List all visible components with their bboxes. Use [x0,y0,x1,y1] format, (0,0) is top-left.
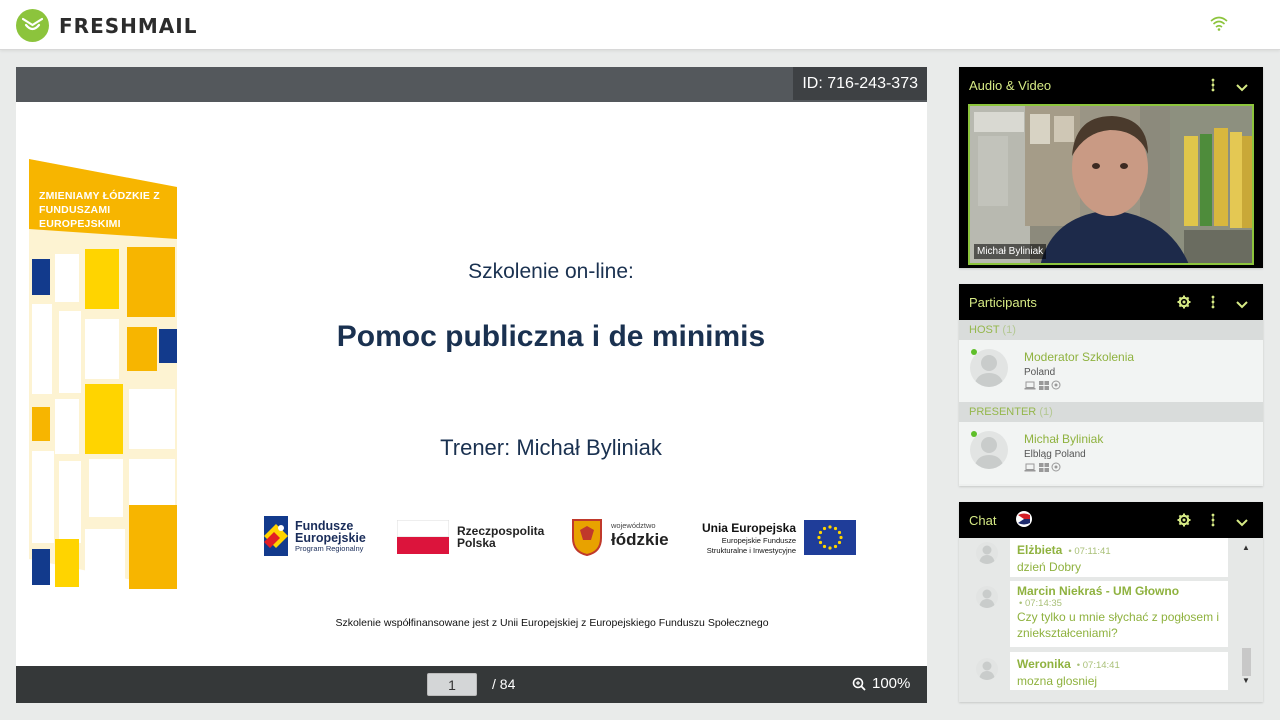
chat-message: Weronika • 07:14:41 mozna glosniej [1010,652,1228,690]
eu-title: Unia Europejska [701,521,796,535]
more-vert-icon[interactable] [1209,77,1217,98]
top-bar: FRESHMAIL [0,0,1280,50]
freshmail-logo-icon [16,9,49,42]
presentation-slide: ZMIENIAMY ŁÓDZKIE Z FUNDUSZAMI EUROPEJSK… [16,102,927,666]
more-vert-icon[interactable] [1209,294,1217,315]
online-indicator [971,349,977,355]
group-presenter-header: PRESENTER (1) [959,402,1263,422]
message-text: mozna glosniej [1017,674,1098,688]
message-time: • 07:11:41 [1068,546,1111,557]
eu-subtitle-2: Strukturalne i Inwestycyjne [706,546,796,555]
fundusze-europejskie-logo: Fundusze Europejskie Program Regionalny [262,514,366,563]
browser-icon [1051,380,1061,392]
scroll-down-icon[interactable]: ▼ [1242,676,1250,685]
message-author: Marcin Niekraś - UM Głowno [1017,584,1180,598]
laptop-icon [1024,381,1036,392]
participant-item[interactable]: Moderator Szkolenia Poland [959,340,1263,402]
chat-panel: Chat Elżbieta • 07:11:41 dzień Dobry Mar… [959,502,1263,702]
scroll-thumb[interactable] [1242,648,1251,676]
chat-message: Marcin Niekraś - UM Głowno • 07:14:35 Cz… [1010,581,1228,647]
participant-location: Elbląg Poland [1024,449,1086,460]
fe-subtitle: Program Regionalny [295,544,364,553]
chat-scrollbar[interactable]: ▲ ▼ [1239,538,1253,702]
message-author: Elżbieta [1017,543,1063,557]
video-feed[interactable]: Michał Byliniak [968,104,1254,265]
fe-title: Fundusze Europejskie [295,519,366,545]
chevron-down-icon[interactable] [1235,515,1249,533]
avatar [970,349,1008,387]
speaker-name: Michał Byliniak [974,244,1047,259]
unia-europejska-logo: Unia Europejska Europejskie Fundusze Stru… [696,520,856,560]
message-text: Czy tylko u mnie słychać z pogłosem i zn… [1017,610,1220,640]
participants-panel: Participants HOST (1) Moderator Szkoleni… [959,284,1263,486]
chat-message-list[interactable]: Elżbieta • 07:11:41 dzień Dobry Marcin Ni… [959,538,1263,702]
zoom-icon[interactable] [852,677,866,696]
audio-video-panel: Audio & Video Michał Byliniak [959,67,1263,268]
participant-name: Moderator Szkolenia [1024,350,1135,364]
group-host-header: HOST (1) [959,320,1263,340]
slide-footer-text: Szkolenie współfinansowane jest z Unii E… [335,617,769,629]
message-time: • 07:14:35 [1019,598,1062,609]
webcam-image [970,106,1252,263]
online-indicator [971,431,977,437]
zoom-level[interactable]: 100% [872,675,910,692]
message-author: Weronika [1017,657,1071,671]
wifi-icon [1209,15,1229,36]
group-label: HOST [969,324,1000,336]
message-time: • 07:14:41 [1076,660,1120,671]
page-total: / 84 [492,676,516,692]
avatar [970,431,1008,469]
chat-message: Elżbieta • 07:11:41 dzień Dobry [1010,538,1228,577]
flag-icon[interactable] [1015,510,1033,533]
meeting-id: ID: 716-243-373 [793,67,927,100]
group-label: PRESENTER [969,406,1037,418]
device-icons [1024,380,1061,392]
participants-header: Participants [959,284,1263,320]
eu-subtitle-1: Europejskie Fundusze [721,536,796,545]
slide-trainer: Trener: Michał Byliniak [440,435,662,460]
chevron-down-icon[interactable] [1235,80,1249,98]
windows-icon [1038,463,1049,474]
participant-name: Michał Byliniak [1024,432,1104,446]
rp-text: Rzeczpospolita Polska [457,524,545,550]
participant-item[interactable]: Michał Byliniak Elbląg Poland [959,422,1263,484]
more-vert-icon[interactable] [1209,512,1217,533]
group-count: (1) [1002,324,1016,336]
lodz-small-text: województwo [611,521,656,530]
browser-icon [1051,462,1061,474]
slide-title: Pomoc publiczna i de minimis [336,320,766,353]
audio-video-header: Audio & Video [959,67,1263,103]
presentation-footer: / 84 100% [16,666,927,703]
eu-flag-icon [804,520,856,555]
chat-title: Chat [969,513,997,528]
avatar [976,586,998,608]
laptop-icon [1024,463,1036,474]
chevron-down-icon[interactable] [1235,297,1249,315]
lodz-big-text: łódzkie [611,530,669,549]
device-icons [1024,462,1061,474]
audio-video-title: Audio & Video [969,78,1052,93]
lodzkie-logo: województwo łódzkie [571,518,669,561]
windows-icon [1038,381,1049,392]
brand-name: FRESHMAIL [59,14,198,38]
avatar [976,658,998,680]
rzeczpospolita-logo: Rzeczpospolita Polska [396,519,544,559]
avatar [976,542,998,564]
gear-icon[interactable] [1177,513,1191,532]
participant-location: Poland [1024,367,1056,378]
message-text: dzień Dobry [1017,560,1082,574]
chat-header: Chat [959,502,1263,538]
gear-icon[interactable] [1177,295,1191,314]
presentation-header: ID: 716-243-373 [16,67,927,102]
scroll-up-icon[interactable]: ▲ [1242,543,1250,552]
page-number-input[interactable] [427,673,477,696]
slide-decoration-text: ZMIENIAMY ŁÓDZKIE Z FUNDUSZAMI EUROPEJSK… [39,190,160,230]
participants-title: Participants [969,295,1037,310]
presentation-panel: ID: 716-243-373 ZMIENIAMY ŁÓDZKIE Z FUND… [16,67,927,703]
slide-subtitle: Szkolenie on-line: [468,260,634,283]
group-count: (1) [1039,406,1053,418]
